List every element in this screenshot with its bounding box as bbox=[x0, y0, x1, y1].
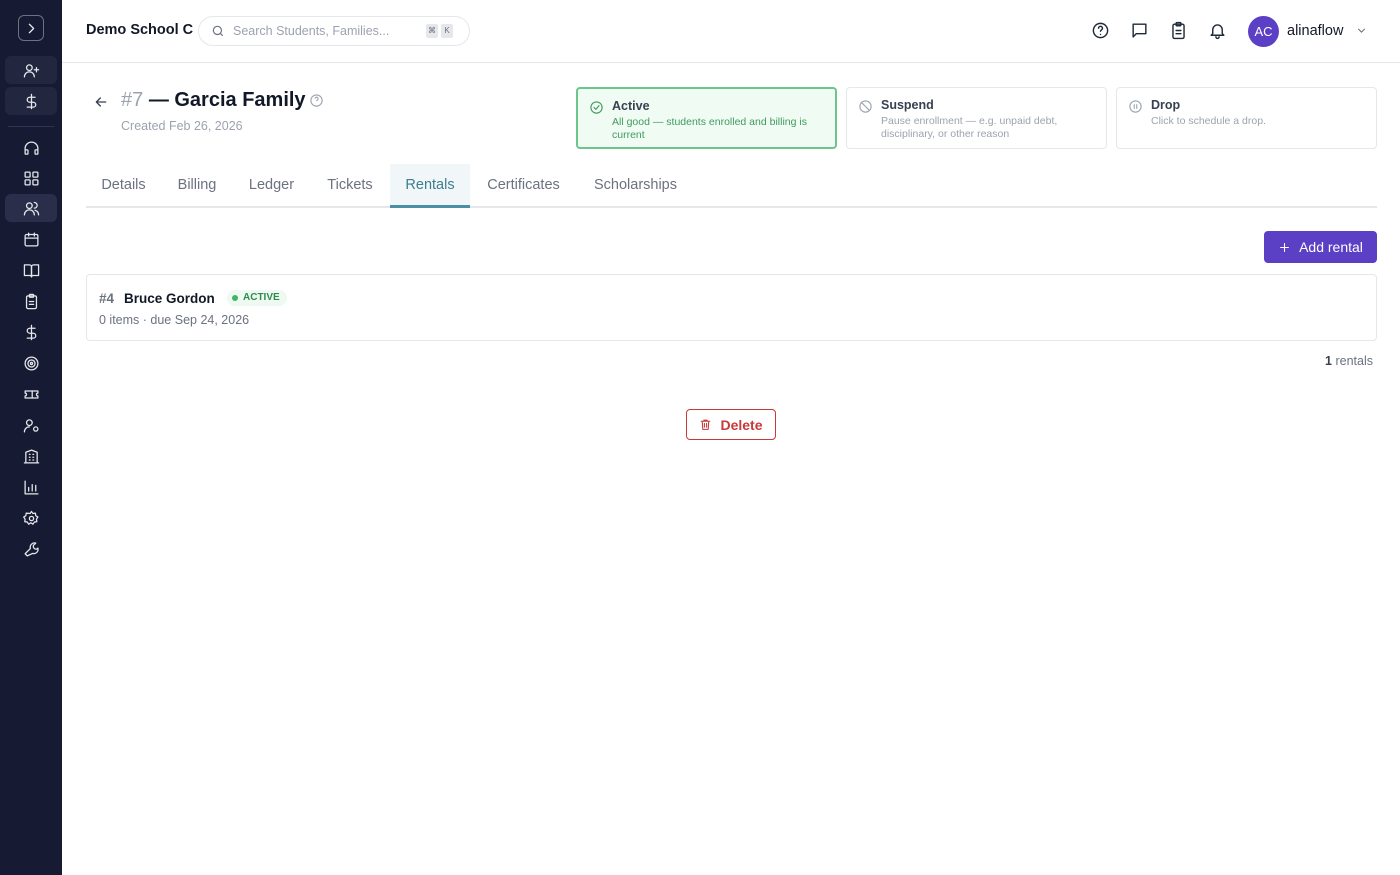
tab-certificates[interactable]: Certificates bbox=[470, 164, 577, 208]
sidebar-item-staff[interactable] bbox=[5, 411, 57, 439]
sidebar-item-reports[interactable] bbox=[5, 473, 57, 501]
rental-id: #4 bbox=[99, 291, 115, 306]
dashboard-icon bbox=[23, 170, 39, 186]
check-circle-icon bbox=[590, 101, 603, 114]
status-option-description: All good — students enrolled and billing… bbox=[612, 116, 807, 141]
users-icon bbox=[23, 201, 39, 216]
sidebar-item-goals[interactable] bbox=[5, 349, 57, 377]
target-icon bbox=[23, 355, 39, 371]
title-separator: — bbox=[148, 89, 169, 111]
bell-icon bbox=[1210, 24, 1225, 40]
tab-ledger[interactable]: Ledger bbox=[233, 164, 310, 208]
help-circle-icon bbox=[1092, 22, 1109, 39]
chevron-down-icon bbox=[1357, 28, 1366, 33]
family-number: #7 bbox=[121, 89, 144, 111]
sidebar-item-settings[interactable] bbox=[5, 504, 57, 532]
school-name[interactable]: Demo School C bbox=[86, 22, 193, 38]
sidebar-item-tools[interactable] bbox=[5, 535, 57, 563]
status-option-drop[interactable]: Drop Click to schedule a drop. bbox=[1116, 87, 1377, 149]
settings-icon bbox=[22, 510, 39, 525]
shortcut-key-cmd: ⌘ bbox=[426, 24, 438, 38]
dollar-icon bbox=[26, 93, 36, 109]
tab-bar: Details Billing Ledger Tickets Rentals C… bbox=[86, 164, 1377, 208]
rental-count-label: rentals bbox=[1335, 354, 1373, 368]
headset-icon bbox=[23, 140, 39, 155]
tab-tickets[interactable]: Tickets bbox=[310, 164, 390, 208]
clipboard-icon bbox=[25, 293, 37, 309]
sidebar-divider bbox=[8, 126, 54, 127]
user-cog-icon bbox=[23, 418, 39, 433]
status-option-title: Suspend bbox=[881, 98, 934, 112]
calendar-icon bbox=[23, 231, 39, 247]
sidebar-toggle-button[interactable] bbox=[18, 15, 44, 41]
search-input[interactable] bbox=[233, 24, 423, 38]
sidebar-item-dashboard[interactable] bbox=[5, 164, 57, 192]
bar-chart-icon bbox=[23, 479, 39, 495]
status-option-suspend[interactable]: Suspend Pause enrollment — e.g. unpaid d… bbox=[846, 87, 1107, 149]
add-rental-label: Add rental bbox=[1299, 239, 1363, 255]
sidebar-item-locations[interactable] bbox=[5, 442, 57, 470]
status-option-active[interactable]: Active All good — students enrolled and … bbox=[576, 87, 837, 149]
tab-scholarships[interactable]: Scholarships bbox=[577, 164, 694, 208]
message-icon bbox=[1132, 23, 1147, 38]
trash-icon bbox=[701, 419, 711, 430]
delete-label: Delete bbox=[720, 416, 763, 433]
pause-circle-icon bbox=[1129, 100, 1142, 113]
ticket-icon bbox=[23, 389, 39, 399]
wrench-icon bbox=[23, 541, 39, 557]
sidebar-item-tickets[interactable] bbox=[5, 380, 57, 408]
ban-icon bbox=[859, 100, 872, 113]
page-title: #7 — Garcia Family bbox=[121, 89, 306, 112]
chevron-right-icon bbox=[28, 23, 34, 33]
plus-icon bbox=[1280, 242, 1289, 252]
help-circle-icon bbox=[310, 94, 323, 107]
status-option-description: Click to schedule a drop. bbox=[1151, 115, 1266, 127]
building-icon bbox=[23, 448, 39, 464]
shortcut-key-k: K bbox=[441, 24, 453, 38]
sidebar-item-families[interactable] bbox=[5, 194, 57, 222]
tab-rentals[interactable]: Rentals bbox=[390, 164, 470, 208]
status-option-title: Active bbox=[612, 99, 650, 113]
sidebar-item-add-user[interactable] bbox=[5, 56, 57, 84]
help-button[interactable] bbox=[1091, 21, 1111, 41]
family-help-button[interactable] bbox=[309, 93, 324, 113]
delete-button[interactable]: Delete bbox=[686, 409, 776, 440]
rental-meta: 0 items · due Sep 24, 2026 bbox=[99, 313, 250, 327]
back-button[interactable] bbox=[93, 94, 109, 110]
status-badge: ACTIVE bbox=[227, 290, 287, 306]
user-plus-icon bbox=[23, 63, 39, 78]
tab-details[interactable]: Details bbox=[86, 164, 161, 208]
status-option-description: Pause enrollment — e.g. unpaid debt, dis… bbox=[881, 115, 1058, 140]
rental-student-name: Bruce Gordon bbox=[124, 291, 215, 306]
sidebar-item-payments[interactable] bbox=[5, 87, 57, 115]
user-menu-toggle[interactable] bbox=[1355, 24, 1368, 42]
sidebar-item-support[interactable] bbox=[5, 134, 57, 162]
sidebar-item-courses[interactable] bbox=[5, 256, 57, 284]
sidebar-item-tasks[interactable] bbox=[5, 287, 57, 315]
rental-count: 1 rentals bbox=[1325, 354, 1373, 368]
username[interactable]: alinaflow bbox=[1287, 23, 1343, 39]
tasks-button[interactable] bbox=[1169, 21, 1189, 41]
clipboard-icon bbox=[1172, 21, 1185, 40]
avatar[interactable]: AC bbox=[1248, 16, 1279, 47]
status-option-title: Drop bbox=[1151, 98, 1181, 112]
search-icon bbox=[212, 25, 224, 37]
add-rental-button[interactable]: Add rental bbox=[1264, 231, 1377, 263]
rental-count-value: 1 bbox=[1325, 354, 1332, 368]
dollar-icon bbox=[26, 324, 36, 340]
arrow-left-icon bbox=[95, 97, 107, 107]
search-box[interactable]: ⌘ K bbox=[198, 16, 470, 46]
sidebar-item-billing[interactable] bbox=[5, 318, 57, 346]
rental-list-item[interactable]: #4 Bruce Gordon ACTIVE 0 items · due Sep… bbox=[86, 274, 1377, 341]
messages-button[interactable] bbox=[1130, 21, 1150, 41]
notifications-button[interactable] bbox=[1208, 21, 1228, 41]
created-date: Created Feb 26, 2026 bbox=[121, 119, 243, 133]
book-icon bbox=[23, 263, 39, 278]
sidebar bbox=[0, 0, 62, 875]
tab-billing[interactable]: Billing bbox=[161, 164, 233, 208]
family-name: Garcia Family bbox=[174, 89, 306, 111]
sidebar-item-calendar[interactable] bbox=[5, 225, 57, 253]
topbar: Demo School C ⌘ K AC alinaflow bbox=[62, 0, 1400, 63]
